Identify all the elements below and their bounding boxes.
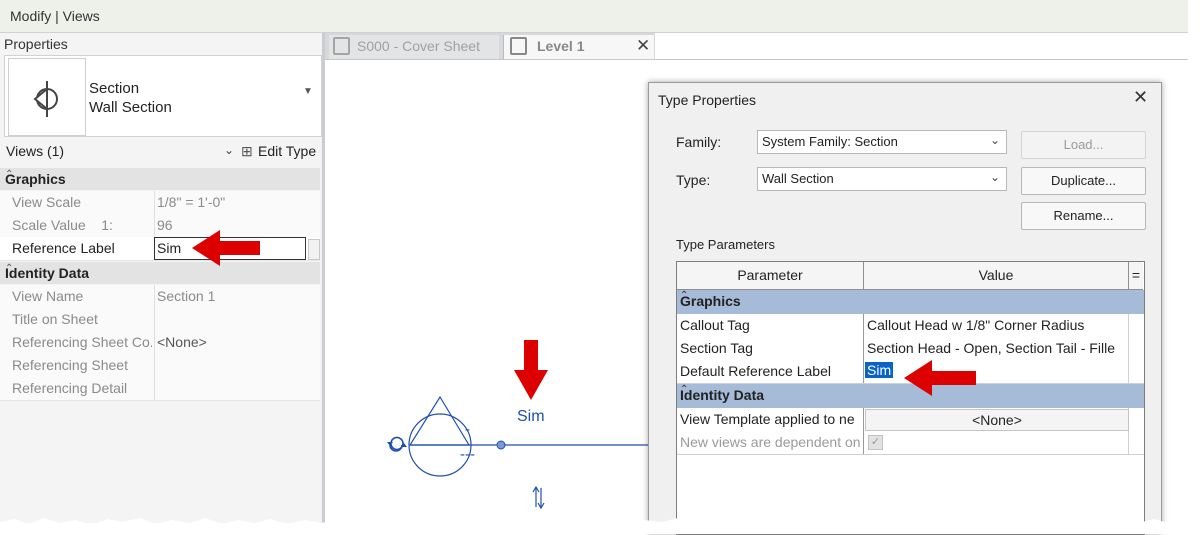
chevron-down-icon[interactable]: ▼ [303, 86, 313, 97]
default-reference-label-input[interactable]: Sim [865, 362, 894, 378]
table-row[interactable]: View Template applied to ne <None> [677, 408, 1144, 432]
graphics-section-header[interactable]: Graphics ⌃ [0, 168, 320, 190]
parameter-name: New views are dependent on [680, 434, 860, 450]
type-value: Wall Section [762, 171, 834, 186]
property-row: Referencing Detail [0, 377, 320, 401]
flip-direction-icon [532, 485, 545, 510]
tab-cover-sheet[interactable]: S000 - Cover Sheet [329, 35, 499, 59]
properties-palette: Properties Section Wall Section ▼ Views … [0, 33, 325, 523]
duplicate-button[interactable]: Duplicate... [1021, 167, 1146, 195]
sheet-icon [333, 37, 350, 55]
property-label: Referencing Sheet [12, 357, 128, 373]
instance-filter-row: Views (1) ⌄ ⊞ Edit Type [0, 138, 320, 164]
property-label: Scale Value 1: [12, 217, 113, 233]
property-label: View Name [12, 288, 84, 304]
rename-button[interactable]: Rename... [1021, 202, 1146, 230]
collapse-icon: ⌃ [5, 169, 14, 180]
family-dropdown[interactable]: System Family: Section ⌄ [757, 130, 1007, 154]
view-tabs: S000 - Cover Sheet Level 1 ✕ [325, 33, 655, 59]
chevron-down-icon: ⌄ [989, 133, 1000, 147]
torn-edge [0, 518, 1200, 534]
section-type-icon [8, 58, 86, 136]
type-subname: Wall Section [89, 99, 172, 116]
property-row: View Name Section 1 [0, 285, 320, 309]
property-label: Referencing Detail [12, 380, 128, 396]
views-filter-dropdown[interactable]: Views (1) ⌄ [6, 143, 234, 161]
view-template-button[interactable]: <None> [865, 409, 1129, 431]
type-parameters-grid: Parameter Value = Graphics ⌃ Callout Tag… [676, 261, 1145, 535]
family-label: Family: [676, 134, 722, 150]
identity-section-header[interactable]: Identity Data ⌃ [0, 262, 320, 284]
parameter-name: Default Reference Label [680, 363, 831, 379]
chevron-down-icon: ⌄ [989, 170, 1000, 184]
reference-label-label: Reference Label [12, 240, 115, 256]
property-label: View Scale [12, 194, 82, 210]
type-label: Type: [676, 172, 711, 188]
graphics-group-header[interactable]: Graphics ⌃ [677, 290, 1144, 314]
property-value: 96 [157, 217, 173, 233]
value-column-header[interactable]: Value [864, 262, 1129, 290]
property-row: Scale Value 1: 96 [0, 214, 320, 238]
property-browse-button[interactable] [308, 239, 320, 260]
annotation-arrow-icon [192, 230, 260, 266]
type-properties-dialog: Type Properties ✕ Family: System Family:… [648, 82, 1162, 535]
floor-plan-icon [510, 37, 527, 55]
table-row[interactable]: Callout Tag Callout Head w 1/8" Corner R… [677, 314, 1144, 338]
collapse-icon: ⌃ [680, 290, 689, 301]
load-button[interactable]: Load... [1021, 131, 1146, 159]
close-icon[interactable]: ✕ [1133, 87, 1148, 108]
page-margin [1188, 0, 1200, 534]
parameter-column-header[interactable]: Parameter [677, 262, 864, 290]
reference-label-row: Reference Label Sim [0, 237, 320, 261]
parameter-value: Callout Head w 1/8" Corner Radius [867, 317, 1085, 333]
reference-label-value: Sim [157, 240, 182, 256]
property-value: Section 1 [157, 288, 216, 304]
parameter-name: Section Tag [680, 340, 753, 356]
property-label: Referencing Sheet Co... [12, 334, 152, 350]
formula-column-header[interactable]: = [1129, 262, 1143, 290]
section-head-top-text: - [465, 421, 470, 438]
title-bar: Modify | Views [0, 0, 1188, 33]
section-reference-label[interactable]: Sim [517, 408, 545, 426]
flip-arrows-icon [387, 436, 407, 452]
dialog-title: Type Properties [658, 92, 757, 108]
annotation-arrow-icon [904, 360, 976, 396]
edit-type-label: Edit Type [258, 143, 317, 159]
property-value: 1/8" = 1'-0" [157, 194, 226, 210]
property-row: Title on Sheet [0, 308, 320, 332]
type-dropdown[interactable]: Wall Section ⌄ [757, 167, 1007, 191]
type-parameters-label: Type Parameters [676, 237, 775, 252]
close-icon[interactable]: ✕ [636, 36, 650, 56]
property-row: Referencing Sheet Co... <None> [0, 331, 320, 355]
property-row: View Scale 1/8" = 1'-0" [0, 191, 320, 215]
annotation-arrow-icon [514, 340, 548, 400]
properties-header: Properties [4, 36, 68, 52]
edit-type-icon: ⊞ [241, 143, 253, 159]
tab-label: S000 - Cover Sheet [357, 38, 480, 54]
section-head-bottom-text: --- [460, 446, 475, 463]
tab-divider [325, 59, 1188, 60]
chevron-down-icon: ⌄ [224, 143, 235, 157]
property-label: Title on Sheet [12, 311, 98, 327]
property-row: Referencing Sheet [0, 354, 320, 378]
type-name: Section [89, 80, 140, 97]
property-value: <None> [157, 334, 207, 350]
views-filter-label: Views (1) [6, 143, 65, 159]
parameter-value: Section Head - Open, Section Tail - Fill… [867, 340, 1115, 356]
window-title: Modify | Views [10, 8, 100, 24]
tab-level-1[interactable]: Level 1 ✕ [503, 35, 654, 59]
parameter-name: Callout Tag [680, 317, 750, 333]
type-selector[interactable]: Section Wall Section ▼ [4, 55, 322, 137]
collapse-icon: ⌃ [5, 263, 14, 274]
family-value: System Family: Section [762, 134, 898, 149]
dependent-checkbox[interactable]: ✓ [868, 435, 883, 450]
parameter-name: View Template applied to ne [680, 411, 855, 427]
table-row: New views are dependent on ✓ [677, 431, 1144, 455]
tab-label: Level 1 [537, 38, 585, 54]
